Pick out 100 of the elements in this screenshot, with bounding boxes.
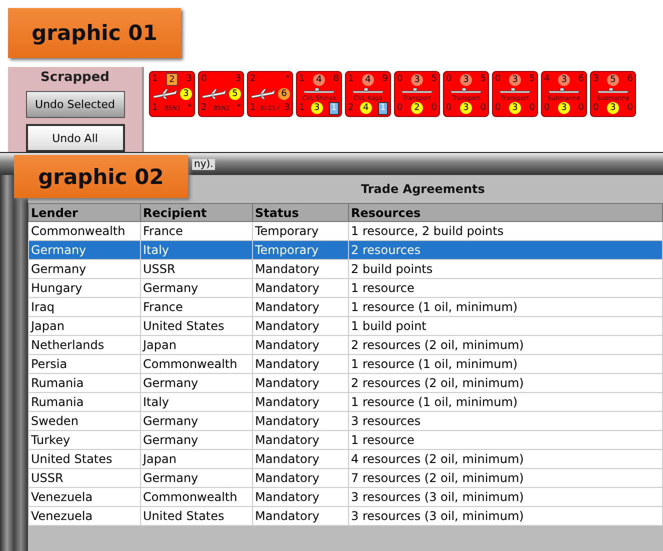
ship-icon xyxy=(401,88,433,93)
table-cell: Mandatory xyxy=(252,354,348,374)
table-row[interactable]: United States Japan Mandatory 4 resources (2 oil, minimum) xyxy=(28,450,662,468)
table-cell: 1 resource (1 oil, minimum) xyxy=(348,298,662,316)
counter-value: 3 xyxy=(310,102,323,114)
table-cell: United States xyxy=(140,316,252,336)
table-row[interactable]: Sweden Germany Mandatory 3 resources xyxy=(28,412,662,430)
counter-number: 1 xyxy=(348,74,354,85)
counter-value: 5 xyxy=(229,88,241,100)
counter-number: 0 xyxy=(495,74,501,85)
ship-icon xyxy=(597,88,629,93)
table-cell: France xyxy=(140,298,252,316)
counter-number: 0 xyxy=(201,74,207,85)
table-cell: 2 resources xyxy=(348,240,662,260)
table-cell: Rumania xyxy=(28,374,140,392)
counter-number: 1 xyxy=(152,103,158,114)
table-row[interactable]: Rumania Germany Mandatory 2 resources (2 oil, minimum) xyxy=(28,374,662,392)
counter-number: 0 xyxy=(495,102,501,114)
annotation-label: graphic 01 xyxy=(8,8,181,58)
counter-number: 6 xyxy=(578,74,584,85)
counter-number: 1 xyxy=(299,74,305,85)
table-cell: Japan xyxy=(140,450,252,468)
counter-number: 5 xyxy=(529,74,535,85)
counter-number: 9 xyxy=(382,74,388,85)
table-cell: Venezuela xyxy=(28,488,140,506)
table-row[interactable]: Iraq France Mandatory 1 resource (1 oil, minimum) xyxy=(28,298,662,316)
table-cell: Italy xyxy=(140,240,252,260)
table-row[interactable]: Turkey Germany Mandatory 1 resource xyxy=(28,430,662,450)
table-row[interactable]: Japan United States Mandatory 1 build point xyxy=(28,316,662,336)
plane-icon xyxy=(250,88,276,100)
table-cell: Germany xyxy=(140,412,252,430)
table-row[interactable]: Venezuela United States Mandatory 3 resources (3 oil, minimum) xyxy=(28,506,662,526)
table-cell: 1 resource (1 oil, minimum) xyxy=(348,392,662,412)
counter-number: 3 xyxy=(284,103,290,114)
panel-title: Scrapped xyxy=(40,70,110,85)
undo-button[interactable]: Undo Selected xyxy=(26,91,124,118)
counter-number: 0 xyxy=(544,102,550,114)
table-row[interactable]: Venezuela Commonwealth Mandatory 3 resources (3 oil, minimum) xyxy=(28,488,662,506)
counter-value: 6 xyxy=(278,88,290,100)
table-cell: Netherlands xyxy=(28,336,140,354)
table-cell: Persia xyxy=(28,354,140,374)
table-cell: 1 resource xyxy=(348,430,662,450)
table-cell: Italy xyxy=(140,392,252,412)
counter-value: 4 xyxy=(362,74,374,86)
counter-number: 0 xyxy=(627,102,633,114)
table-cell: 2 build points xyxy=(348,260,662,278)
table-cell: 2 resources (2 oil, minimum) xyxy=(348,336,662,354)
counter-number: 0 xyxy=(397,102,403,114)
table-cell: Iraq xyxy=(28,298,140,316)
counter-value: 3 xyxy=(509,102,521,114)
table-cell: Mandatory xyxy=(252,506,348,526)
counter-value: 2 xyxy=(411,102,423,114)
counter-number: 3 xyxy=(235,74,241,85)
table-cell: Germany xyxy=(28,260,140,278)
table-cell: Germany xyxy=(140,468,252,488)
undo-button[interactable]: Undo All xyxy=(26,124,124,152)
table-cell: 1 resource (1 oil, minimum) xyxy=(348,354,662,374)
column-header: Resources xyxy=(348,204,662,222)
counter-number: 5 xyxy=(480,74,486,85)
counter-value: 3 xyxy=(509,74,521,86)
table-cell: 3 resources (3 oil, minimum) xyxy=(348,488,662,506)
table-row[interactable]: USSR Germany Mandatory 7 resources (2 oil, minimum) xyxy=(28,468,662,488)
counter-badge: 1 xyxy=(378,102,388,115)
table-cell: Japan xyxy=(28,316,140,336)
counter-value: 4 xyxy=(360,102,372,114)
counter-number: 3 xyxy=(186,74,192,85)
table-cell: Germany xyxy=(140,374,252,392)
table-cell: Mandatory xyxy=(252,260,348,278)
table-cell: Mandatory xyxy=(252,488,348,506)
column-header: Lender xyxy=(28,204,140,222)
counter-value: 2 xyxy=(166,73,178,86)
counter-number: 3 xyxy=(593,74,599,85)
table-row[interactable]: Germany USSR Mandatory 2 build points xyxy=(28,260,662,278)
table-cell: United States xyxy=(140,506,252,526)
table-row[interactable]: Rumania Italy Mandatory 1 resource (1 oil, minimum) xyxy=(28,392,662,412)
table-row[interactable]: Persia Commonwealth Mandatory 1 resource (1 oil, minimum) xyxy=(28,354,662,374)
table-cell: Turkey xyxy=(28,430,140,450)
table-cell: Mandatory xyxy=(252,336,348,354)
counter-number: 0 xyxy=(480,102,486,114)
table-row[interactable]: Germany Italy Temporary 2 resources xyxy=(28,240,662,260)
table-cell: Germany xyxy=(28,240,140,260)
table-cell: Germany xyxy=(140,430,252,450)
table-cell: Mandatory xyxy=(252,430,348,450)
counter-number: * xyxy=(286,74,290,85)
table-row[interactable]: Hungary Germany Mandatory 1 resource xyxy=(28,278,662,298)
table-cell: USSR xyxy=(140,260,252,278)
table-cell: Mandatory xyxy=(252,298,348,316)
column-header: Status xyxy=(252,204,348,222)
table-cell: USSR xyxy=(28,468,140,488)
table-cell: 1 build point xyxy=(348,316,662,336)
counter-number: 0 xyxy=(397,74,403,85)
table-row[interactable]: Netherlands Japan Mandatory 2 resources (2 oil, minimum) xyxy=(28,336,662,354)
ship-icon xyxy=(548,88,580,93)
counter-number: 0 xyxy=(529,102,535,114)
counter-number: 2 xyxy=(250,74,256,85)
table-cell: 7 resources (2 oil, minimum) xyxy=(348,468,662,488)
counter-number: 0 xyxy=(446,74,452,85)
ship-icon xyxy=(450,88,482,93)
annotation-label: graphic 02 xyxy=(14,155,188,198)
counter-value: 3 xyxy=(607,102,619,114)
